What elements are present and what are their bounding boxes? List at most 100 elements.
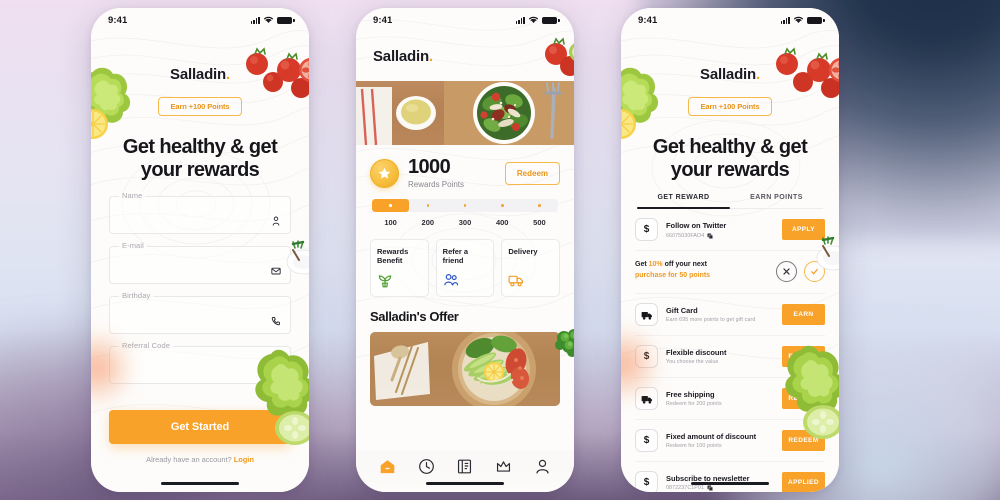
email-field[interactable]: E-mail — [109, 241, 291, 285]
email-field-label: E-mail — [119, 241, 147, 251]
decline-icon[interactable] — [776, 260, 797, 282]
card-rewards-benefit[interactable]: Rewards Benefit — [370, 239, 429, 297]
clock-icon[interactable] — [418, 458, 435, 475]
login-prompt-text: Already have an account? — [146, 455, 232, 465]
phone-icon — [271, 316, 281, 326]
earn-button[interactable]: EARN — [782, 304, 825, 326]
progress-tick: 400 — [495, 218, 509, 227]
reward-row-gift-card[interactable]: Gift Card Earn 695 more points to get gi… — [635, 294, 825, 337]
progress-tick: 300 — [458, 218, 472, 227]
app-logo-text: Salladin — [700, 66, 756, 83]
reward-subtitle-row: 66075030FAO4 — [666, 233, 782, 239]
reward-subtitle-row: 0872237C1P01 — [666, 485, 782, 492]
offer-image-poke-bowl[interactable] — [370, 331, 560, 406]
name-field[interactable]: Name — [109, 191, 291, 235]
book-icon[interactable] — [456, 458, 473, 475]
reward-row-free-shipping[interactable]: Free shipping Redeem for 200 points REDE… — [635, 378, 825, 421]
app-logo-dot: . — [755, 66, 760, 83]
benefit-cards: Rewards Benefit Refer a friend Delivery — [356, 227, 574, 297]
reward-subtitle-row: Redeem for 200 points — [666, 401, 782, 407]
bottom-navigation — [356, 450, 574, 492]
progress-segment-1[interactable] — [372, 199, 410, 212]
reward-row-flexible-discount[interactable]: $ Flexible discount You choose the value… — [635, 336, 825, 379]
reward-code: 0872237C1P01 — [666, 485, 705, 492]
person-icon[interactable] — [534, 458, 551, 475]
applied-button[interactable]: APPLIED — [782, 472, 825, 492]
tab-earn-points[interactable]: EARN POINTS — [730, 194, 823, 208]
mail-icon — [271, 266, 281, 276]
app-logo: Salladin. — [356, 48, 574, 65]
card-title: Refer a friend — [442, 247, 469, 266]
crown-icon[interactable] — [495, 458, 512, 475]
redeem-button[interactable]: REDEEM — [782, 346, 825, 368]
promo-discount: 10% — [648, 261, 663, 269]
status-time: 9:41 — [373, 14, 393, 26]
reward-row-follow-twitter[interactable]: $ Follow on Twitter 66075030FAO4 APPLY — [635, 209, 825, 252]
wifi-icon — [529, 16, 538, 23]
truck-icon — [635, 387, 658, 411]
login-prompt: Already have an account? Login — [91, 455, 309, 464]
screen-reward-list: 9:41 Salladin. Earn +100 Points Get heal… — [621, 8, 839, 492]
phone-mockup-rewards: 9:41 Salladin. 1000 Rewards Points Redee… — [356, 8, 574, 492]
app-logo: Salladin. — [91, 66, 309, 83]
redeem-button[interactable]: Redeem — [504, 161, 560, 185]
progress-segment-3[interactable] — [446, 199, 483, 212]
signal-icon — [780, 16, 790, 24]
progress-tick-labels: 100 200 300 400 500 — [372, 218, 558, 227]
signup-form: Name E-mail Birthday Referral Code — [91, 191, 309, 385]
birthday-field-label: Birthday — [119, 291, 154, 301]
headline-line-2: your rewards — [140, 159, 260, 182]
points-label: Rewards Points — [408, 180, 465, 189]
get-started-button[interactable]: Get Started — [109, 410, 291, 445]
phone-mockup-signup: 9:41 Salladin. Earn +100 Points Get heal… — [91, 8, 309, 492]
earn-points-badge[interactable]: Earn +100 Points — [688, 97, 772, 116]
redeem-button[interactable]: REDEEM — [782, 430, 825, 452]
progress-segment-4[interactable] — [484, 199, 521, 212]
referral-code-field[interactable]: Referral Code — [109, 341, 291, 385]
reward-subtitle: You choose the value — [666, 359, 719, 366]
status-bar: 9:41 — [91, 8, 309, 32]
copy-icon[interactable] — [707, 485, 714, 492]
progress-tick: 500 — [533, 218, 546, 227]
app-logo-text: Salladin — [373, 48, 429, 65]
reward-subtitle-row: You choose the value — [666, 359, 782, 365]
redeem-button[interactable]: REDEEM — [782, 388, 825, 410]
promo-line-2: purchase for 50 points — [635, 272, 711, 280]
battery-icon — [542, 16, 560, 24]
accept-icon[interactable] — [804, 260, 825, 282]
card-refer-friend[interactable]: Refer a friend — [435, 239, 495, 297]
reward-list: $ Follow on Twitter 66075030FAO4 APPLY G… — [621, 209, 839, 492]
page-title: Get healthy & get your rewards — [91, 136, 309, 182]
battery-icon — [277, 16, 295, 24]
signal-icon — [250, 16, 260, 24]
headline-line-1: Get healthy & get — [652, 136, 808, 158]
birthday-field[interactable]: Birthday — [109, 291, 291, 335]
dollar-icon: $ — [635, 345, 658, 369]
progress-segment-2[interactable] — [409, 199, 446, 212]
people-icon — [443, 272, 459, 288]
progress-track[interactable] — [372, 199, 558, 212]
reward-row-fixed-discount[interactable]: $ Fixed amount of discount Redeem for 10… — [635, 420, 825, 463]
apply-button[interactable]: APPLY — [782, 219, 825, 241]
app-logo-text: Salladin — [170, 66, 226, 83]
screen-rewards: 9:41 Salladin. 1000 Rewards Points Redee… — [356, 8, 574, 492]
promo-text: Get 10% off your next purchase for 50 po… — [635, 260, 776, 282]
points-value: 1000 — [408, 156, 451, 178]
progress-segment-5[interactable] — [521, 199, 558, 212]
points-summary: 1000 Rewards Points Redeem — [356, 145, 574, 189]
reward-subtitle: Earn 695 more points to get gift card — [666, 317, 756, 324]
reward-row-subscribe-newsletter[interactable]: $ Subscribe to newsletter 0872237C1P01 A… — [635, 462, 825, 492]
wifi-icon — [794, 16, 803, 23]
home-indicator — [691, 481, 769, 485]
home-icon[interactable] — [379, 458, 396, 475]
reward-code: 66075030FAO4 — [666, 232, 705, 239]
reward-title: Fixed amount of discount — [666, 431, 757, 441]
progress-tick: 200 — [421, 218, 435, 227]
card-title: Rewards Benefit — [377, 247, 409, 266]
copy-icon[interactable] — [707, 233, 714, 239]
earn-points-badge[interactable]: Earn +100 Points — [158, 97, 242, 116]
card-delivery[interactable]: Delivery — [501, 239, 561, 297]
tab-get-reward[interactable]: GET REWARD — [637, 194, 730, 210]
phone-mockup-reward-list: 9:41 Salladin. Earn +100 Points Get heal… — [621, 8, 839, 492]
login-link[interactable]: Login — [234, 455, 254, 464]
